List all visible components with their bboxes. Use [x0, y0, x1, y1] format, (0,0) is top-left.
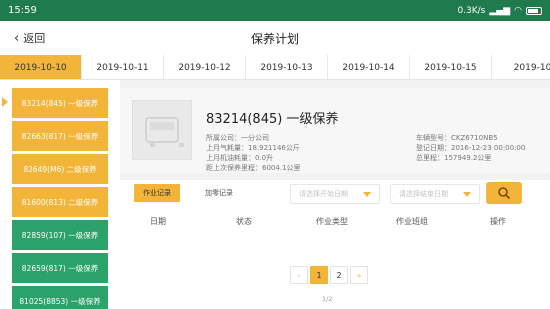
column-header: 操作 [490, 217, 506, 226]
mileage-field: 总里程：157949.2公里 [416, 154, 492, 162]
end-date-select[interactable]: 请选择结束日期 [390, 184, 480, 204]
date-tab[interactable]: 2019-10 [492, 55, 550, 79]
chevron-left-icon: ‹ [14, 30, 20, 46]
date-tab[interactable]: 2019-10-13 [246, 55, 328, 79]
bus-icon [145, 117, 184, 147]
column-header: 作业班组 [396, 217, 428, 226]
net-speed: 0.3K/s [457, 5, 486, 16]
vehicle-image [132, 100, 192, 160]
date-tab[interactable]: 2019-10-10 [0, 55, 82, 79]
page-title: 保养计划 [250, 31, 299, 46]
vehicle-list-item[interactable]: 81600(813) 二级保养 [12, 187, 108, 217]
selected-marker-icon [2, 97, 8, 107]
gas-consumption-field: 上月气耗量：18.921146公斤 [206, 144, 300, 152]
reg-date-field: 登记日期：2016-12-23 00:00:00 [416, 144, 526, 152]
date-tab[interactable]: 2019-10-14 [328, 55, 410, 79]
vehicle-list-item[interactable]: 81025(8853) 一级保养 [12, 286, 108, 309]
records-panel: 作业记录 加零记录 请选择开始日期 请选择结束日期 日期 状态 作业类型 作业班… [120, 180, 550, 309]
vehicle-info-card: 83214(845) 一级保养 所属公司：一分公司 上月气耗量：18.92114… [120, 88, 550, 173]
signal-icon: ▂▄▆ [489, 5, 511, 16]
vehicle-list-item[interactable]: 83214(845) 一级保养 [12, 88, 108, 118]
tab-lube-records[interactable]: 加零记录 [204, 184, 234, 202]
column-header: 作业类型 [316, 217, 348, 226]
tab-work-records[interactable]: 作业记录 [134, 184, 180, 202]
date-tab[interactable]: 2019-10-11 [82, 55, 164, 79]
start-date-placeholder: 请选择开始日期 [299, 190, 348, 198]
clock: 15:59 [8, 5, 37, 16]
prev-page-button[interactable]: « [290, 266, 308, 284]
main-panel: 83214(845) 一级保养 所属公司：一分公司 上月气耗量：18.92114… [120, 80, 550, 309]
caret-down-icon [463, 192, 471, 197]
column-header: 状态 [236, 217, 252, 226]
back-label: 返回 [23, 32, 46, 45]
page-count: 1/2 [322, 295, 333, 303]
vehicle-list-item[interactable]: 82659(817) 一级保养 [12, 253, 108, 283]
date-tab[interactable]: 2019-10-15 [410, 55, 492, 79]
wifi-icon: ◠ [514, 5, 522, 16]
vehicle-list: 83214(845) 一级保养 82663(817) 一级保养 82649(M6… [0, 80, 120, 309]
date-tabs: 2019-10-10 2019-10-11 2019-10-12 2019-10… [0, 55, 550, 80]
vehicle-title: 83214(845) 一级保养 [206, 112, 339, 127]
start-date-select[interactable]: 请选择开始日期 [290, 184, 380, 204]
next-page-button[interactable]: » [350, 266, 368, 284]
oil-consumption-field: 上月机油耗量：0.0升 [206, 154, 274, 162]
vehicle-list-item[interactable]: 82859(107) 一级保养 [12, 220, 108, 250]
battery-icon [526, 6, 542, 15]
page-2-button[interactable]: 2 [330, 266, 348, 284]
end-date-placeholder: 请选择结束日期 [399, 190, 448, 198]
back-button[interactable]: ‹ 返回 [14, 30, 45, 46]
column-header: 日期 [150, 217, 166, 226]
caret-down-icon [363, 192, 371, 197]
search-icon [498, 187, 511, 200]
vehicle-list-item[interactable]: 82649(M6) 二级保养 [12, 154, 108, 184]
model-field: 车辆型号：CKZ6710NB5 [416, 134, 498, 142]
page-1-button[interactable]: 1 [310, 266, 328, 284]
vehicle-list-item[interactable]: 82663(817) 一级保养 [12, 121, 108, 151]
since-last-maint-field: 距上次保养里程：6004.1公里 [206, 164, 301, 172]
status-bar: 15:59 0.3K/s ▂▄▆ ◠ [0, 0, 550, 21]
company-field: 所属公司：一分公司 [206, 134, 269, 142]
date-tab[interactable]: 2019-10-12 [164, 55, 246, 79]
app-header: 保养计划 ‹ 返回 [0, 21, 550, 55]
search-button[interactable] [486, 182, 522, 204]
